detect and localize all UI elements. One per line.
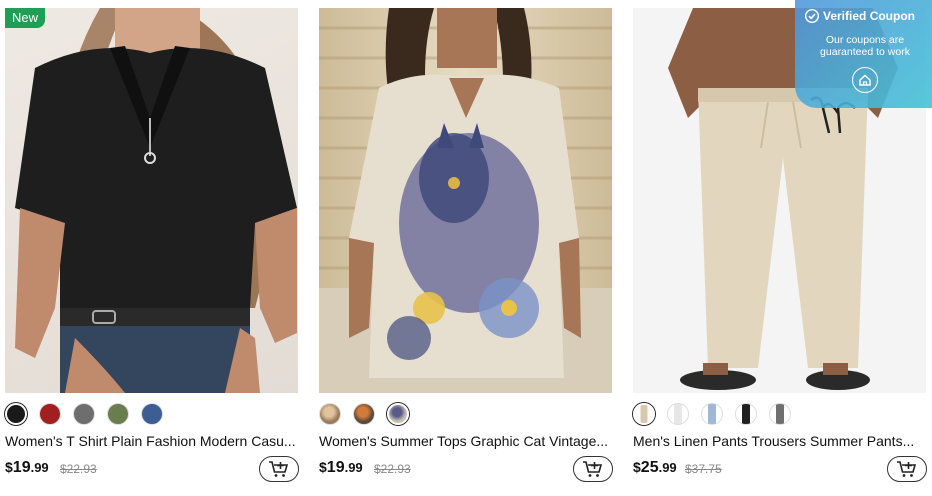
add-to-cart-button[interactable] [259, 456, 299, 482]
swatch-brown-pattern[interactable] [319, 403, 341, 425]
coupon-subtitle: Our coupons are guaranteed to work [820, 34, 910, 58]
verified-check-icon [805, 9, 819, 23]
product-image-blouse[interactable] [319, 8, 612, 393]
price-row: $25.99 $37.75 [633, 456, 927, 484]
original-price: $22.93 [374, 462, 411, 476]
sale-price: $19.99 [319, 459, 363, 476]
product-title[interactable]: Men's Linen Pants Trousers Summer Pants.… [633, 433, 927, 449]
swatch-dark-pattern[interactable] [353, 403, 375, 425]
cart-plus-icon [897, 461, 917, 477]
product-card-1[interactable]: New Women's T Shirt Plain Fashion Modern… [5, 8, 299, 488]
swatch-beige[interactable] [633, 403, 655, 425]
cart-plus-icon [583, 461, 603, 477]
price-row: $19.99 $22.93 [319, 456, 613, 484]
swatch-black[interactable] [5, 403, 27, 425]
swatch-red[interactable] [39, 403, 61, 425]
swatch-green[interactable] [107, 403, 129, 425]
coupon-title: Verified Coupon [823, 9, 916, 23]
tshirt-photo [15, 8, 297, 393]
product-card-2[interactable]: Women's Summer Tops Graphic Cat Vintage.… [319, 8, 613, 488]
swatch-light-blue[interactable] [701, 403, 723, 425]
home-icon [859, 74, 871, 86]
coupon-header: Verified Coupon [805, 9, 915, 23]
price-row: $19.99 $22.93 [5, 456, 299, 484]
color-swatches [633, 403, 791, 425]
product-grid: New Women's T Shirt Plain Fashion Modern… [0, 0, 932, 496]
swatch-white[interactable] [667, 403, 689, 425]
home-button[interactable] [852, 67, 878, 93]
color-swatches [319, 403, 409, 425]
original-price: $22.93 [60, 462, 97, 476]
swatch-gray[interactable] [73, 403, 95, 425]
verified-coupon-panel[interactable]: Verified Coupon Our coupons are guarante… [795, 0, 932, 108]
swatch-black[interactable] [735, 403, 757, 425]
original-price: $37.75 [685, 462, 722, 476]
sale-price: $19.99 [5, 459, 49, 476]
swatch-gray[interactable] [769, 403, 791, 425]
add-to-cart-button[interactable] [887, 456, 927, 482]
product-title[interactable]: Women's T Shirt Plain Fashion Modern Cas… [5, 433, 299, 449]
new-badge: New [5, 8, 46, 28]
swatch-blue[interactable] [141, 403, 163, 425]
add-to-cart-button[interactable] [573, 456, 613, 482]
blouse-photo [319, 8, 612, 393]
color-swatches [5, 403, 163, 425]
product-image-tshirt[interactable]: New [5, 8, 298, 393]
sale-price: $25.99 [633, 459, 677, 476]
cart-plus-icon [269, 461, 289, 477]
swatch-cat-pattern[interactable] [387, 403, 409, 425]
product-title[interactable]: Women's Summer Tops Graphic Cat Vintage.… [319, 433, 613, 449]
